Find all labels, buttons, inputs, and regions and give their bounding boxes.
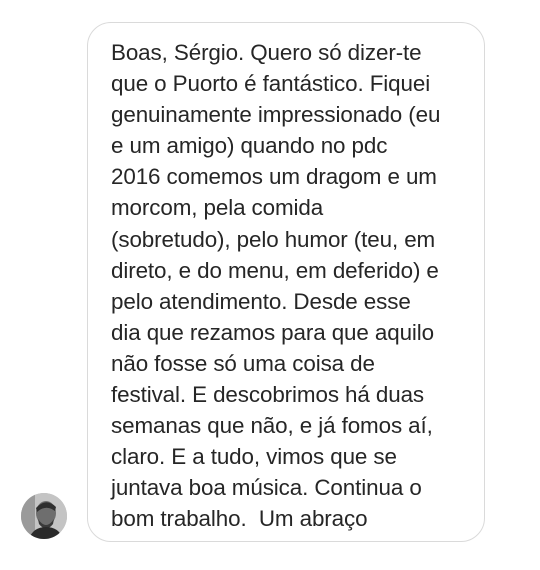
message-text-line: (sobretudo), pelo humor (teu, em <box>111 226 436 252</box>
message-text-line: 2016 comemos um dragom e um <box>111 164 437 190</box>
message-text-line: genuinamente impressionado (eu <box>111 102 441 128</box>
message-text-line: morcom, pela comida <box>111 195 324 221</box>
message-text-line: festival. E descobrimos há duas <box>111 382 425 408</box>
message-text-line: pelo atendimento. Desde esse <box>111 288 411 314</box>
avatar-photo-icon <box>21 493 67 539</box>
message-text-line: direto, e do menu, em deferido) e <box>111 257 439 283</box>
message-text-line: semanas que não, e já fomos aí, <box>111 413 433 439</box>
message-text-line: Boas, Sérgio. Quero só dizer-te <box>111 40 422 65</box>
message-bubble[interactable]: Boas, Sérgio. Quero só dizer-te que o Pu… <box>87 22 485 542</box>
message-thread: Boas, Sérgio. Quero só dizer-te que o Pu… <box>0 0 540 570</box>
message-text-line: dia que rezamos para que aquilo <box>111 319 435 345</box>
message-text-line: juntava boa música. Continua o <box>111 475 422 501</box>
message-text-line: e um amigo) quando no pdc <box>111 133 388 159</box>
message-text-line: claro. E a tudo, vimos que se <box>111 444 397 470</box>
sender-avatar[interactable] <box>21 493 67 539</box>
message-text-line: que o Puorto é fantástico. Fiquei <box>111 71 431 97</box>
message-text-line: bom trabalho. Um abraço <box>111 506 368 532</box>
message-text-line: não fosse só uma coisa de <box>111 350 375 376</box>
